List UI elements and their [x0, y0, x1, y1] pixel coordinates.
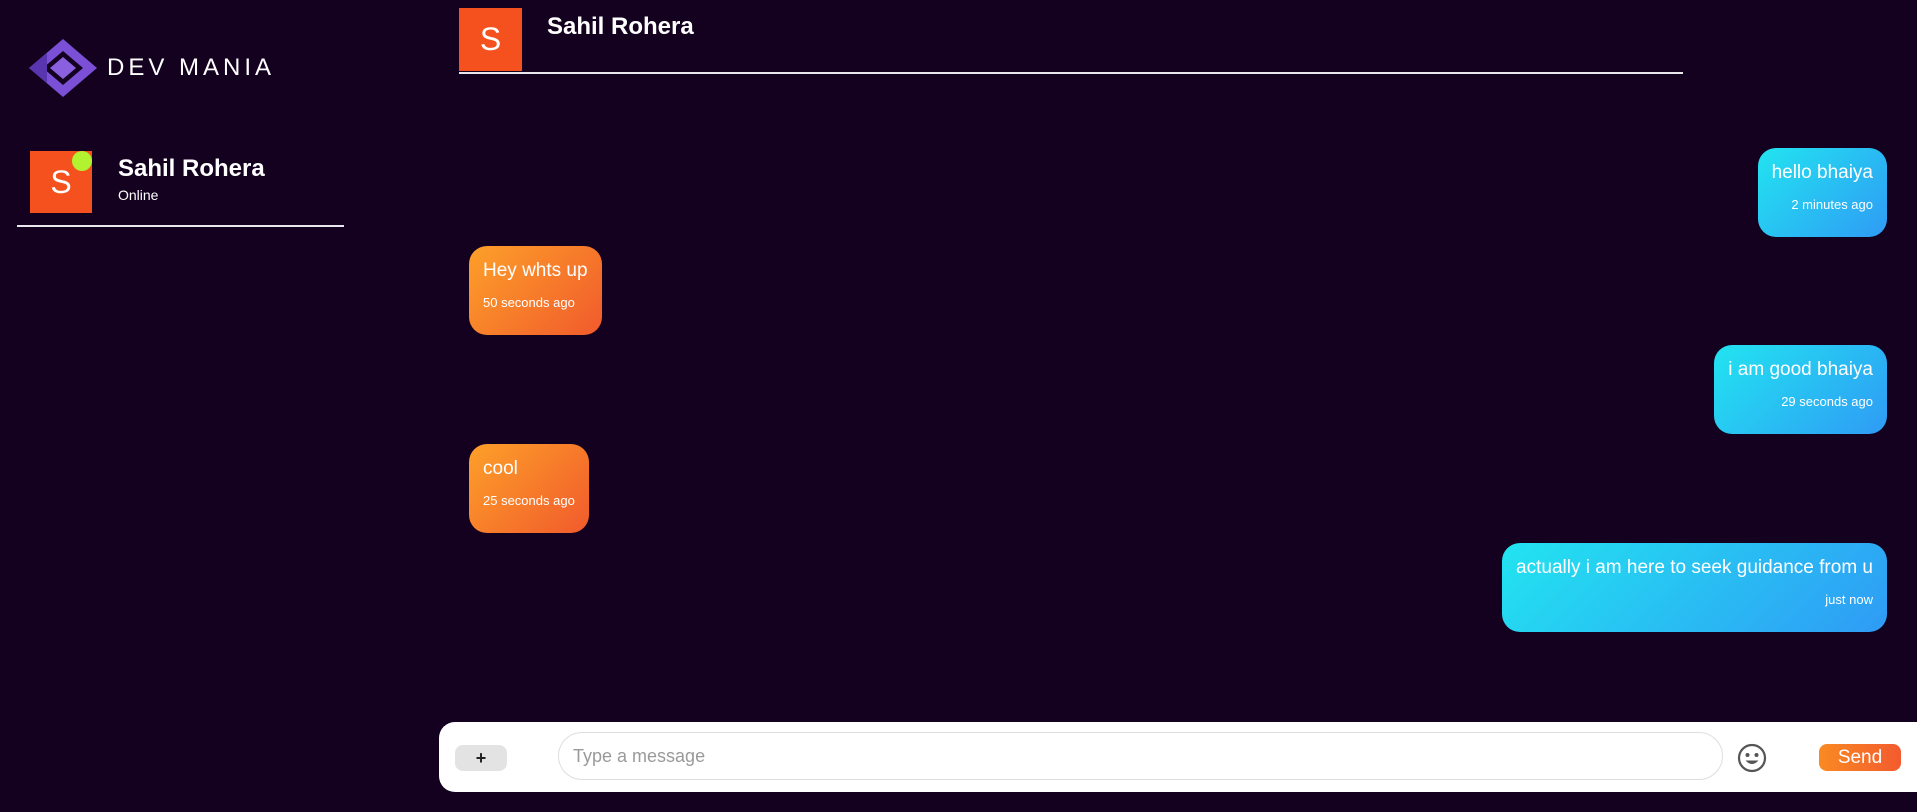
sidebar: DEV MANIA S Sahil Rohera Online	[0, 0, 360, 812]
message-list: hello bhaiya 2 minutes ago Hey whts up 5…	[469, 146, 1887, 636]
brand-logo[interactable]: DEV MANIA	[27, 38, 275, 98]
chat-header-avatar: S	[459, 8, 522, 71]
message-timestamp: just now	[1825, 592, 1873, 607]
message-input[interactable]	[558, 732, 1723, 780]
chat-header: S Sahil Rohera	[459, 8, 1683, 74]
contact-avatar: S	[30, 151, 92, 213]
message-incoming: Hey whts up 50 seconds ago	[469, 246, 602, 335]
message-composer: + Send	[439, 722, 1917, 792]
message-timestamp: 29 seconds ago	[1781, 394, 1873, 409]
contact-info: Sahil Rohera Online	[118, 155, 265, 203]
message-incoming: cool 25 seconds ago	[469, 444, 589, 533]
contact-avatar-initial: S	[50, 163, 72, 200]
message-outgoing: i am good bhaiya 29 seconds ago	[1714, 345, 1887, 434]
chat-header-name: Sahil Rohera	[547, 13, 694, 40]
message-text: cool	[483, 458, 518, 479]
chat-header-avatar-initial: S	[479, 21, 502, 57]
message-text: Hey whts up	[483, 260, 588, 281]
message-timestamp: 25 seconds ago	[483, 493, 575, 508]
message-outgoing: actually i am here to seek guidance from…	[1502, 543, 1887, 632]
diamond-logo-icon	[29, 39, 97, 97]
message-text: i am good bhaiya	[1728, 359, 1873, 380]
contact-name: Sahil Rohera	[118, 155, 265, 182]
brand-name: DEV MANIA	[107, 54, 276, 81]
contact-item[interactable]: S Sahil Rohera Online	[17, 145, 344, 227]
contact-status: Online	[118, 187, 159, 203]
send-button[interactable]: Send	[1819, 744, 1901, 771]
smiley-icon[interactable]	[1736, 742, 1768, 774]
message-text: hello bhaiya	[1771, 162, 1873, 183]
attach-button[interactable]: +	[455, 745, 507, 771]
online-indicator	[72, 151, 92, 171]
message-outgoing: hello bhaiya 2 minutes ago	[1757, 148, 1887, 237]
message-text: actually i am here to seek guidance from…	[1516, 557, 1873, 578]
message-timestamp: 50 seconds ago	[483, 295, 575, 310]
message-timestamp: 2 minutes ago	[1791, 197, 1873, 212]
chat-app: DEV MANIA S Sahil Rohera Online S Sahil …	[0, 0, 1917, 812]
